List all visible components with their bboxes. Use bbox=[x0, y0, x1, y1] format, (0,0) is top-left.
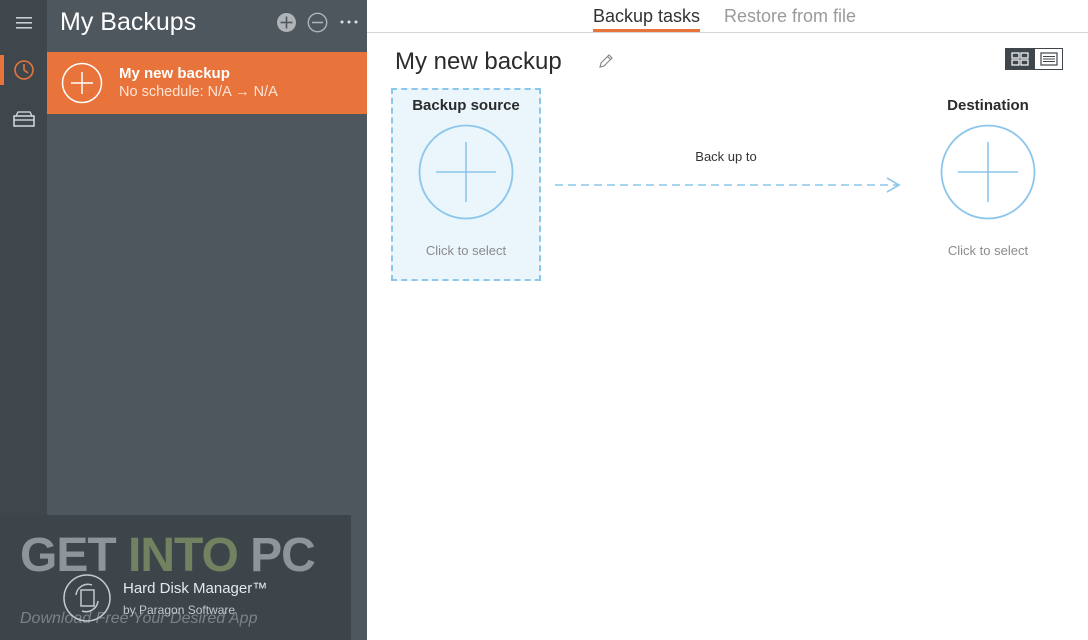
remove-backup-button[interactable] bbox=[307, 12, 328, 37]
watermark-pc: PC bbox=[237, 529, 316, 582]
destination-select-button[interactable] bbox=[940, 124, 1036, 220]
more-icon bbox=[340, 20, 358, 24]
rail-item-backup[interactable] bbox=[0, 50, 47, 90]
tile-view-button[interactable] bbox=[1005, 48, 1034, 70]
hamburger-icon bbox=[15, 17, 32, 29]
backup-name-title: My new backup bbox=[395, 48, 562, 75]
add-circle-icon bbox=[61, 62, 103, 104]
list-view-icon bbox=[1039, 52, 1058, 66]
arrow-right-icon bbox=[555, 177, 901, 193]
remove-icon bbox=[307, 12, 328, 33]
tile-view-icon bbox=[1010, 52, 1029, 66]
menu-button[interactable] bbox=[0, 3, 47, 43]
pencil-icon bbox=[599, 54, 613, 68]
backup-source-hint: Click to select bbox=[425, 243, 507, 258]
clock-icon bbox=[13, 60, 34, 80]
add-circle-icon bbox=[940, 124, 1036, 220]
list-view-button[interactable] bbox=[1034, 48, 1063, 70]
backup-task-item[interactable]: My new backup No schedule: N/A → N/A bbox=[47, 52, 367, 114]
view-toggle bbox=[1005, 48, 1063, 70]
tab-backup-tasks[interactable]: Backup tasks bbox=[593, 6, 701, 32]
rename-button[interactable] bbox=[597, 52, 615, 70]
backup-task-schedule: No schedule: N/A → N/A bbox=[119, 84, 278, 100]
backup-task-title: My new backup bbox=[119, 65, 230, 82]
tab-restore-from-file[interactable]: Restore from file bbox=[724, 6, 856, 27]
add-circle-icon bbox=[418, 124, 514, 220]
more-options-button[interactable] bbox=[339, 14, 359, 34]
watermark-get: GET bbox=[20, 529, 129, 582]
destination-hint: Click to select bbox=[947, 243, 1029, 258]
add-backup-button[interactable] bbox=[276, 12, 297, 37]
main-tabs: Backup tasks Restore from file bbox=[367, 0, 1088, 33]
rail-item-disks[interactable] bbox=[0, 99, 47, 139]
watermark-into: INTO bbox=[128, 529, 239, 582]
backup-source-title: Backup source bbox=[412, 97, 520, 114]
watermark-title: GET INTO PC bbox=[20, 528, 316, 583]
add-icon bbox=[277, 13, 296, 32]
backup-source-select-button[interactable] bbox=[418, 124, 514, 220]
panel-title: My Backups bbox=[60, 8, 197, 36]
destination-title: Destination bbox=[947, 97, 1029, 114]
drive-icon bbox=[12, 111, 35, 127]
back-up-to-label: Back up to bbox=[695, 149, 757, 164]
watermark-subtitle: Download Free Your Desired App bbox=[20, 610, 258, 627]
